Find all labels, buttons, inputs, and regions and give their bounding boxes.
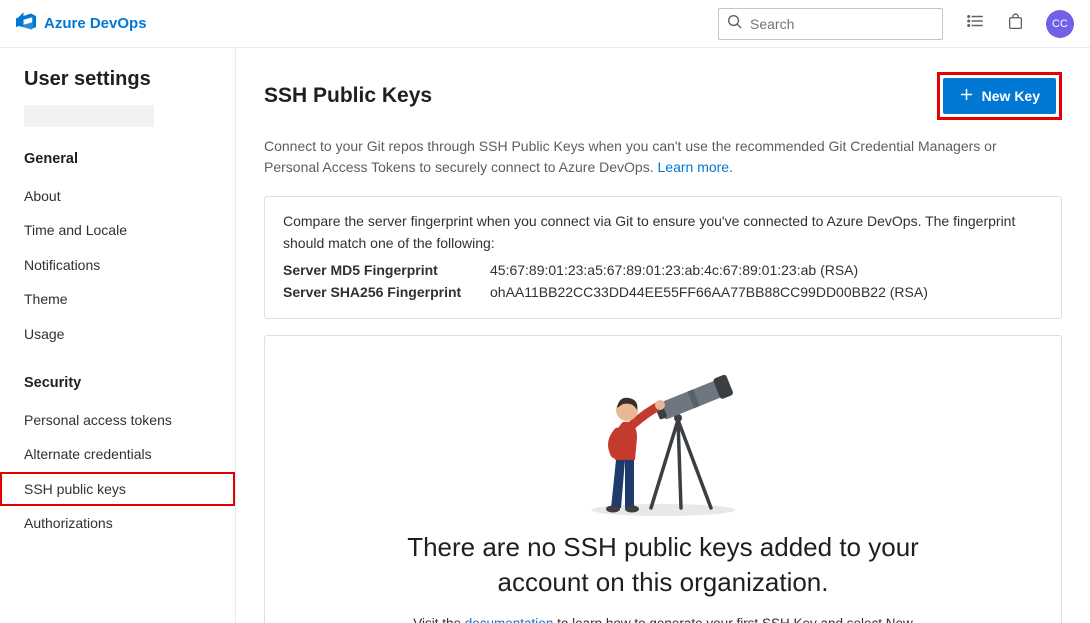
sidebar-title: User settings: [0, 68, 235, 91]
profile-name-placeholder: [24, 105, 154, 127]
sidebar-item-theme[interactable]: Theme: [0, 282, 235, 316]
sidebar-item-notifications[interactable]: Notifications: [0, 248, 235, 282]
brand[interactable]: Azure DevOps: [16, 11, 147, 36]
search-icon: [727, 14, 742, 34]
sidebar-item-about[interactable]: About: [0, 179, 235, 213]
plus-icon: [959, 87, 974, 105]
topbar: Azure DevOps CC: [0, 0, 1090, 48]
fp-md5-label: Server MD5 Fingerprint: [283, 260, 480, 282]
fp-sha256-value: ohAA11BB22CC33DD44EE55FF66AA77BB88CC99DD…: [490, 282, 928, 304]
sidebar-item-pat[interactable]: Personal access tokens: [0, 403, 235, 437]
brand-name: Azure DevOps: [44, 15, 147, 32]
new-key-button[interactable]: New Key: [943, 78, 1056, 114]
page-description-text: Connect to your Git repos through SSH Pu…: [264, 138, 997, 175]
documentation-link[interactable]: documentation: [465, 616, 554, 623]
azure-devops-logo-icon: [16, 11, 36, 36]
page-title: SSH Public Keys: [264, 84, 432, 108]
sidebar-item-alt-creds[interactable]: Alternate credentials: [0, 437, 235, 471]
fp-sha256-label: Server SHA256 Fingerprint: [283, 282, 480, 304]
empty-subtext: Visit the documentation to learn how to …: [413, 614, 913, 623]
new-key-highlight: New Key: [937, 72, 1062, 120]
sidebar-item-ssh-keys[interactable]: SSH public keys: [0, 472, 235, 506]
sidebar-item-time-locale[interactable]: Time and Locale: [0, 213, 235, 247]
search-input-wrapper[interactable]: [718, 8, 943, 40]
empty-sub-prefix: Visit the: [413, 616, 465, 623]
fp-md5-value: 45:67:89:01:23:a5:67:89:01:23:ab:4c:67:8…: [490, 260, 858, 282]
sidebar-section-security: Security: [0, 369, 235, 397]
search-input[interactable]: [750, 16, 934, 32]
fingerprint-card: Compare the server fingerprint when you …: [264, 196, 1062, 319]
fingerprint-intro: Compare the server fingerprint when you …: [283, 211, 1043, 254]
main-content: SSH Public Keys New Key Connect to your …: [236, 48, 1090, 623]
empty-state-card: There are no SSH public keys added to yo…: [264, 335, 1062, 623]
new-key-label: New Key: [982, 88, 1040, 104]
avatar[interactable]: CC: [1046, 10, 1074, 38]
bag-icon[interactable]: [1007, 13, 1024, 35]
sidebar-item-authorizations[interactable]: Authorizations: [0, 506, 235, 540]
sidebar-item-usage[interactable]: Usage: [0, 317, 235, 351]
learn-more-link[interactable]: Learn more.: [658, 159, 733, 175]
empty-sub-suffix: to learn how to generate your first SSH …: [553, 616, 912, 623]
sidebar: User settings General About Time and Loc…: [0, 48, 236, 623]
empty-title: There are no SSH public keys added to yo…: [403, 530, 923, 600]
fp-md5-row: Server MD5 Fingerprint 45:67:89:01:23:a5…: [283, 260, 1043, 282]
empty-illustration: [289, 360, 1037, 520]
fp-sha256-row: Server SHA256 Fingerprint ohAA11BB22CC33…: [283, 282, 1043, 304]
page-description: Connect to your Git repos through SSH Pu…: [264, 136, 1044, 178]
sidebar-section-general: General: [0, 145, 235, 173]
list-icon[interactable]: [967, 12, 985, 35]
avatar-initials: CC: [1052, 18, 1068, 30]
